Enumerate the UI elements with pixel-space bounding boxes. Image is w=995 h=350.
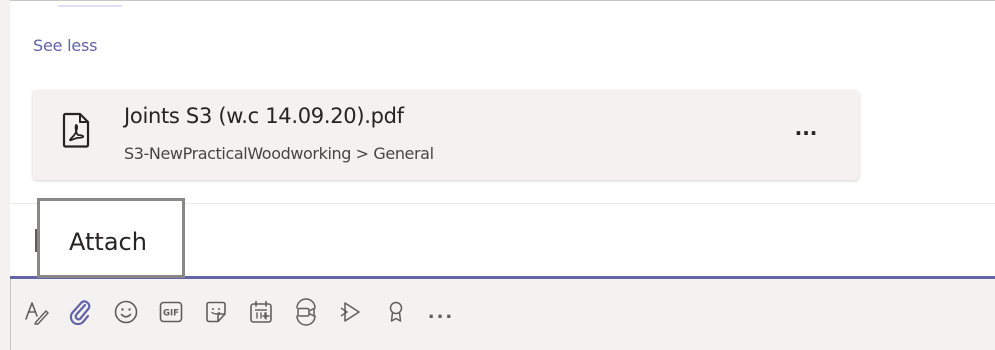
pdf-file-icon: [62, 112, 90, 148]
file-name[interactable]: Joints S3 (w.c 14.09.20).pdf: [124, 104, 404, 128]
message-accent-line: [58, 1, 122, 7]
emoji-button[interactable]: [110, 292, 142, 332]
meet-now-icon: [296, 298, 316, 326]
tooltip-label: Attach: [69, 228, 147, 256]
file-location: S3-NewPracticalWoodworking > General: [124, 144, 434, 163]
format-text-icon: [25, 302, 49, 325]
more-options-icon: ...: [427, 301, 455, 323]
more-options-button[interactable]: ...: [425, 292, 457, 332]
praise-icon: [389, 301, 403, 322]
attach-button[interactable]: [65, 292, 97, 332]
sticker-icon: [206, 301, 226, 323]
file-attachment-card[interactable]: Joints S3 (w.c 14.09.20).pdf S3-NewPract…: [33, 90, 859, 180]
meet-now-button[interactable]: [290, 292, 322, 332]
gif-icon: GIF: [159, 301, 183, 323]
gif-text: GIF: [163, 309, 179, 319]
format-button[interactable]: [20, 292, 52, 332]
attach-tooltip: Attach: [37, 198, 185, 278]
emoji-icon: [114, 300, 138, 324]
schedule-meeting-button[interactable]: [245, 292, 277, 332]
stream-button[interactable]: [335, 292, 367, 332]
stream-icon: [340, 302, 360, 322]
sticker-button[interactable]: [200, 292, 232, 332]
file-more-options-button[interactable]: ...: [789, 118, 823, 146]
paperclip-icon: [69, 300, 91, 326]
schedule-meeting-icon: [250, 300, 272, 323]
see-less-link[interactable]: See less: [33, 36, 97, 55]
praise-button[interactable]: [380, 292, 412, 332]
gif-button[interactable]: GIF: [155, 292, 187, 332]
